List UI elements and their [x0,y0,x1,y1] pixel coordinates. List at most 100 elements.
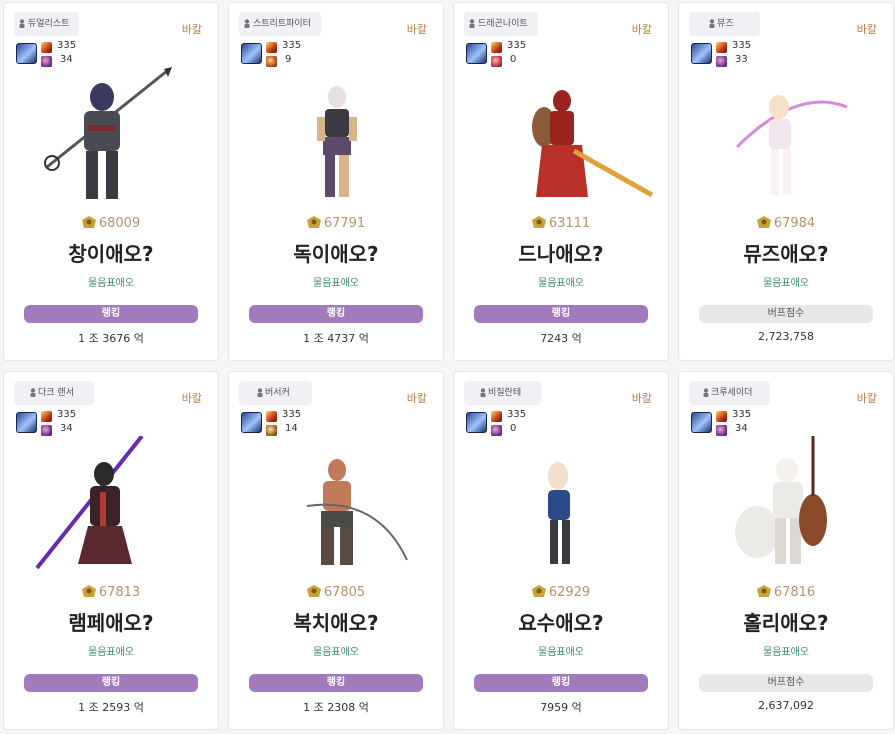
server-label: 바칼 [406,392,427,405]
server-label: 바칼 [631,23,652,36]
job-badge: 뮤즈 [689,12,760,36]
ranking-button[interactable]: 랭킹 [24,305,198,323]
adventure-icon [466,43,487,64]
job-badge: 크루세이더 [689,381,771,405]
adventure-icon [241,43,262,64]
score-value: 1 조 2593 억 [78,701,144,714]
character-name[interactable]: 요수애오? [454,607,668,636]
level-value: 335 [57,40,77,51]
character-sprite [548,462,570,564]
character-name[interactable]: 독이애오? [229,238,443,267]
fame-value: 67984 [773,216,816,231]
fame-row: 67805 [229,585,443,600]
sub-stat-value: 34 [60,54,73,65]
adventure-icon [241,412,262,433]
guild-name: 물음표애오 [763,278,809,289]
character-icon [257,388,263,397]
adventure-icon [466,412,487,433]
sub-stat-icon [491,56,502,67]
character-sprite [735,95,848,195]
fame-row: 62929 [454,585,668,600]
character-name[interactable]: 뮤즈애오? [679,238,893,267]
level-icon [266,411,277,422]
server-label: 바칼 [856,23,877,36]
score-value: 1 조 3676 억 [78,332,144,345]
adventure-icon [16,43,37,64]
score-value: 7243 억 [540,332,582,345]
character-grid: 듀얼리스트 바칼 335 34 68009 창이애오? 물음표애오 랭킹 1 조… [0,0,895,734]
character-card[interactable]: 듀얼리스트 바칼 335 34 68009 창이애오? 물음표애오 랭킹 1 조… [3,2,219,361]
ranking-button[interactable]: 랭킹 [249,674,423,692]
character-icon [469,19,475,28]
character-sprite [35,436,144,570]
adventure-icon [691,412,712,433]
job-label: 듀얼리스트 [28,19,70,29]
fame-medal-icon [81,585,96,597]
level-value: 335 [732,409,752,420]
ranking-button[interactable]: 랭킹 [474,674,648,692]
level-icon [716,42,727,53]
fame-value: 63111 [548,216,591,231]
guild-name: 물음표애오 [88,647,134,658]
character-sprite [317,86,357,197]
character-card[interactable]: 드래곤나이트 바칼 335 0 63111 드나애오? 물음표애오 랭킹 724… [453,2,669,361]
character-card[interactable]: 다크 랜서 바칼 335 34 67813 램페애오? 물음표애오 랭킹 1 조… [3,371,219,730]
level-icon [41,42,52,53]
guild-name: 물음표애오 [763,647,809,658]
sub-stat-value: 14 [285,423,298,434]
fame-row: 67984 [679,216,893,231]
character-card[interactable]: 스트리트파이터 바칼 335 9 67791 독이애오? 물음표애오 랭킹 1 … [228,2,444,361]
job-badge: 드래곤나이트 [464,12,538,36]
job-label: 스트리트파이터 [253,19,311,29]
score-value: 1 조 2308 억 [303,701,369,714]
job-badge: 듀얼리스트 [14,12,80,36]
character-name[interactable]: 램페애오? [4,607,218,636]
score-value: 2,637,092 [758,699,814,712]
fame-row: 67816 [679,585,893,600]
sub-stat-value: 9 [285,54,292,65]
fame-medal-icon [306,216,321,228]
fame-value: 67805 [323,585,366,600]
adventure-icon [691,43,712,64]
level-icon [266,42,277,53]
character-name[interactable]: 드나애오? [454,238,668,267]
job-label: 뮤즈 [717,19,734,29]
level-value: 335 [732,40,752,51]
score-value: 1 조 4737 억 [303,332,369,345]
character-name[interactable]: 창이애오? [4,238,218,267]
job-label: 버서커 [265,388,290,398]
buff-score-button[interactable]: 버프점수 [699,305,873,323]
sub-stat-value: 0 [510,423,517,434]
guild-name: 물음표애오 [88,278,134,289]
character-name[interactable]: 복치애오? [229,607,443,636]
job-badge: 다크 랜서 [14,381,94,405]
sub-stat-icon [41,425,52,436]
character-sprite [306,459,408,565]
job-badge: 비질란테 [464,381,542,405]
job-label: 크루세이더 [711,388,753,398]
level-icon [41,411,52,422]
fame-row: 63111 [454,216,668,231]
character-sprite [735,436,827,564]
ranking-button[interactable]: 랭킹 [249,305,423,323]
score-value: 2,723,758 [758,330,814,343]
job-badge: 스트리트파이터 [239,12,321,36]
ranking-button[interactable]: 랭킹 [474,305,648,323]
character-name[interactable]: 홀리애오? [679,607,893,636]
ranking-button[interactable]: 랭킹 [24,674,198,692]
character-card[interactable]: 크루세이더 바칼 335 34 67816 홀리애오? 물음표애오 버프점수 2… [678,371,894,730]
job-badge: 버서커 [239,381,312,405]
buff-score-button[interactable]: 버프점수 [699,674,873,692]
fame-value: 67791 [323,216,366,231]
character-icon [480,388,486,397]
fame-value: 67816 [773,585,816,600]
sub-stat-value: 33 [735,54,748,65]
character-card[interactable]: 비질란테 바칼 335 0 62929 요수애오? 물음표애오 랭킹 7959 … [453,371,669,730]
character-icon [244,19,250,28]
fame-row: 67813 [4,585,218,600]
fame-medal-icon [531,585,546,597]
sub-stat-value: 0 [510,54,517,65]
character-card[interactable]: 버서커 바칼 335 14 67805 복치애오? 물음표애오 랭킹 1 조 2… [228,371,444,730]
character-card[interactable]: 뮤즈 바칼 335 33 67984 뮤즈애오? 물음표애오 버프점수 2,72… [678,2,894,361]
guild-name: 물음표애오 [538,278,584,289]
